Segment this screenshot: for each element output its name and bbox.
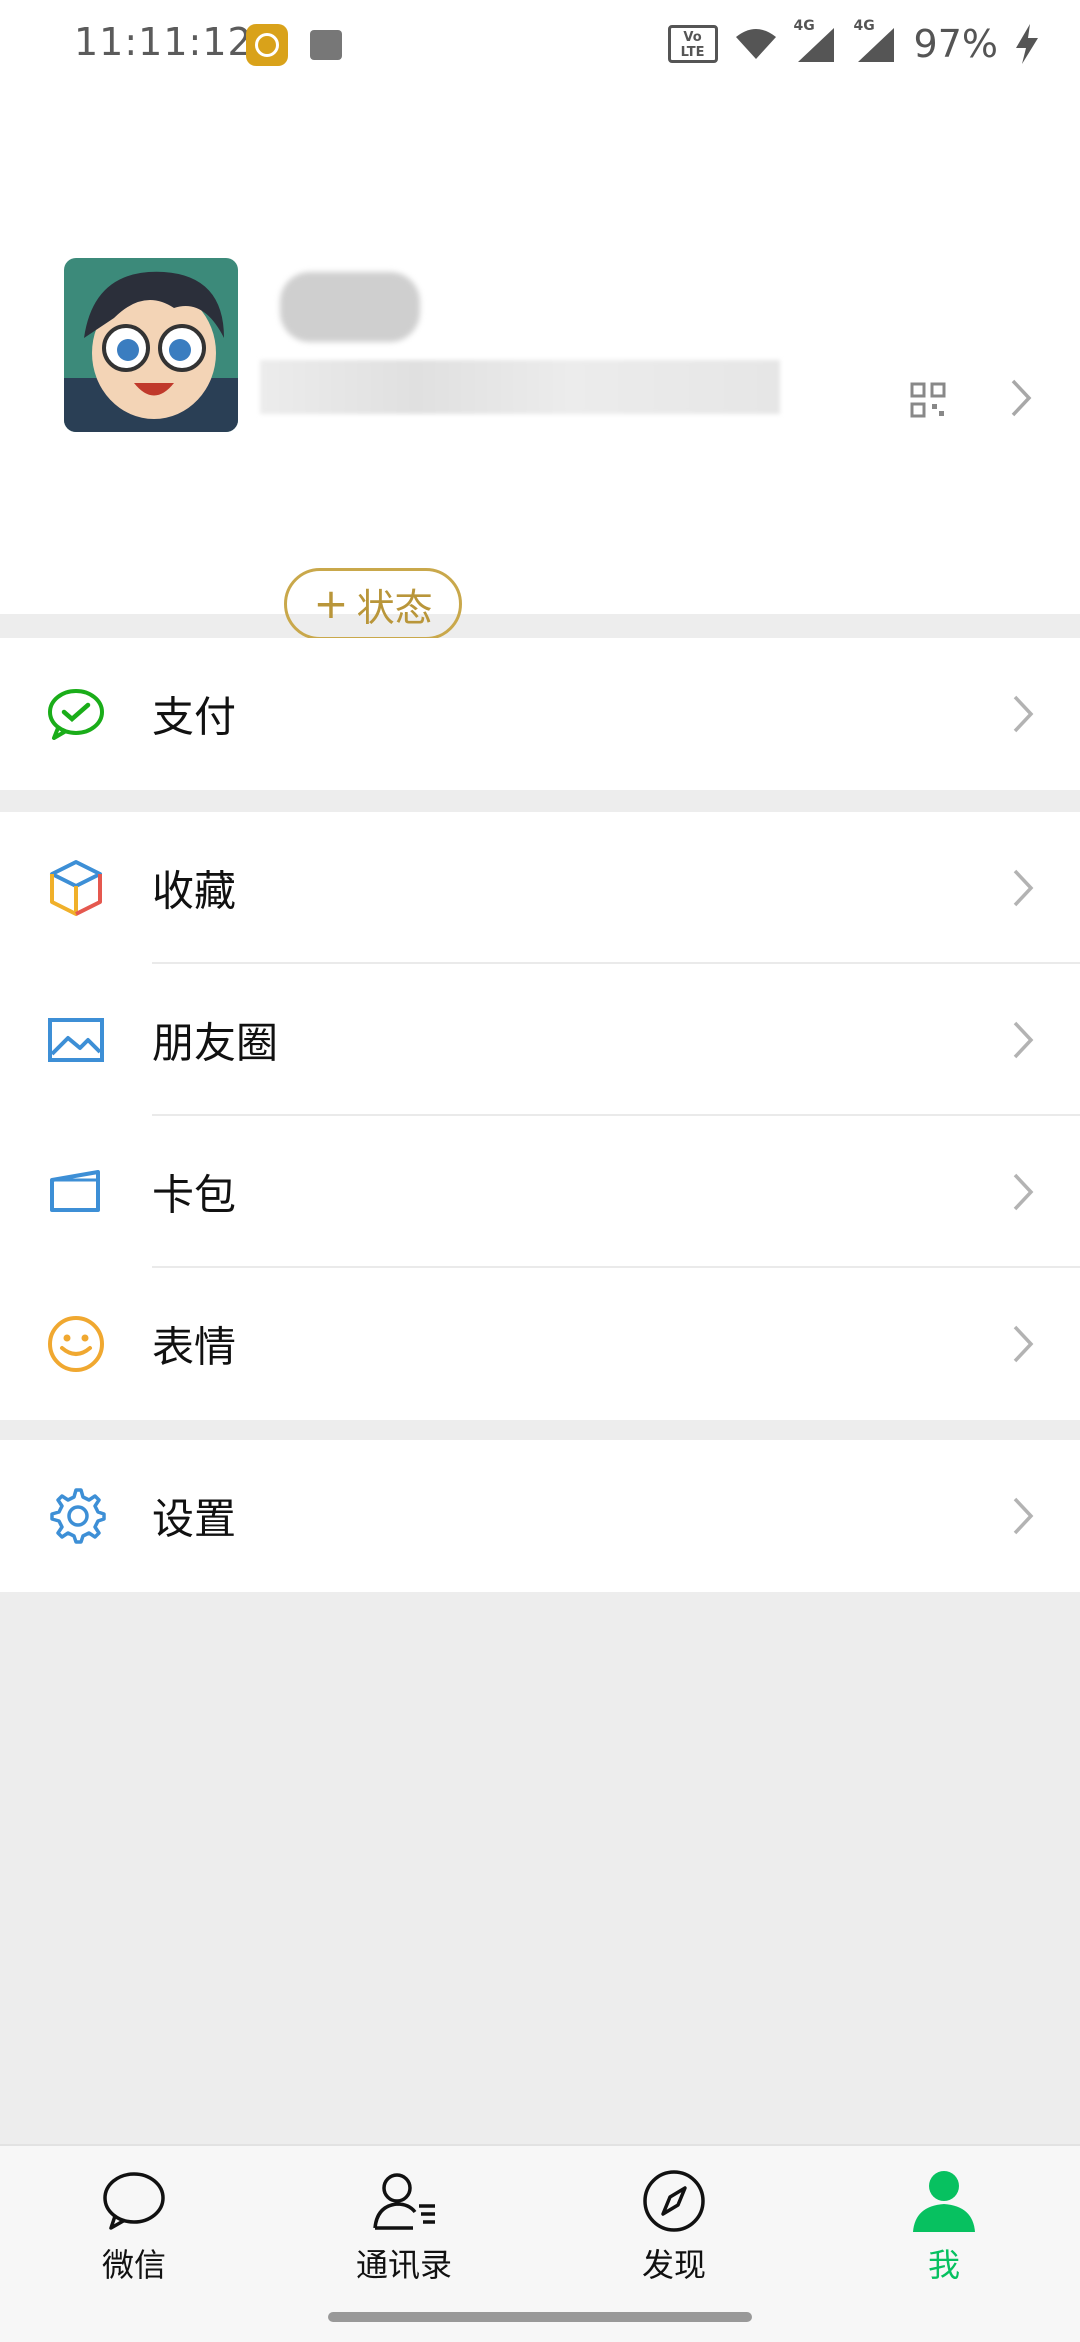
compass-icon (643, 2170, 705, 2232)
tab-label: 微信 (101, 2246, 166, 2284)
cube-icon (50, 860, 102, 916)
tab-label: 通讯录 (355, 2246, 452, 2284)
battery-percent: 97% (913, 22, 998, 66)
chevron-right-icon (1013, 1497, 1034, 1535)
add-status-button[interactable]: + 状态 (284, 568, 462, 640)
menu-item-moments[interactable]: 朋友圈 (0, 964, 1080, 1116)
person-icon (913, 2171, 975, 2232)
settings-section: 设置 (0, 1440, 1080, 1592)
volte-icon: Vo LTE (667, 25, 718, 63)
menu-item-cards[interactable]: 卡包 (0, 1116, 1080, 1268)
plus-icon: + (313, 579, 349, 628)
menu-item-favorites[interactable]: 收藏 (0, 812, 1080, 964)
menu-item-settings[interactable]: 设置 (0, 1440, 1080, 1592)
menu-item-label: 卡包 (152, 1170, 237, 1220)
status-bar: 11:11:12 Vo LTE 4G 4G 97% (0, 0, 1080, 92)
tab-me[interactable]: 我 (844, 2166, 1044, 2306)
wifi-icon (735, 29, 776, 59)
menu-item-label: 朋友圈 (152, 1018, 279, 1068)
menu-item-label: 设置 (152, 1494, 237, 1544)
app-notification-icon (246, 24, 288, 66)
signal-tag: 4G (793, 18, 815, 34)
gear-icon (50, 1488, 106, 1544)
features-section: 收藏 朋友圈 卡包 表情 (0, 812, 1080, 1420)
charging-icon (1016, 24, 1038, 64)
menu-item-label: 支付 (152, 692, 237, 742)
image-icon (48, 1018, 104, 1062)
menu-item-pay[interactable]: 支付 (0, 638, 1080, 790)
status-right-group: Vo LTE 4G 4G 97% (667, 18, 1040, 70)
chevron-right-icon (1013, 1325, 1034, 1363)
signal-tag: 4G (853, 18, 875, 34)
status-time: 11:11:12 (74, 20, 253, 64)
tab-label: 我 (927, 2246, 960, 2284)
chevron-right-icon (1013, 1021, 1034, 1059)
pay-section: 支付 (0, 638, 1080, 790)
wechat-pay-icon (48, 689, 104, 740)
nickname-redacted (280, 272, 420, 342)
home-indicator[interactable] (328, 2312, 752, 2322)
smiley-icon (48, 1316, 104, 1372)
chevron-right-icon (1013, 695, 1034, 733)
profile-header[interactable]: + 状态 (0, 92, 1080, 640)
tab-discover[interactable]: 发现 (574, 2166, 774, 2306)
chevron-right-icon (1013, 1173, 1034, 1211)
status-button-label: 状态 (356, 585, 433, 630)
qr-code-icon[interactable] (910, 382, 946, 418)
chat-bubble-icon (103, 2172, 165, 2230)
menu-item-label: 表情 (152, 1322, 237, 1372)
wechat-id-redacted (260, 360, 780, 414)
avatar[interactable] (64, 258, 238, 432)
chevron-right-icon (1011, 379, 1032, 417)
chevron-right-icon (1013, 869, 1034, 907)
card-icon (50, 1170, 100, 1212)
menu-item-stickers[interactable]: 表情 (0, 1268, 1080, 1420)
signal-icon: 4G (794, 18, 838, 64)
menu-item-label: 收藏 (152, 866, 237, 916)
image-notification-icon (310, 30, 342, 60)
tab-contacts[interactable]: 通讯录 (304, 2166, 504, 2306)
tab-label: 发现 (641, 2246, 706, 2284)
contacts-icon (373, 2173, 435, 2230)
tab-chats[interactable]: 微信 (34, 2166, 234, 2306)
signal-icon: 4G (854, 18, 898, 64)
